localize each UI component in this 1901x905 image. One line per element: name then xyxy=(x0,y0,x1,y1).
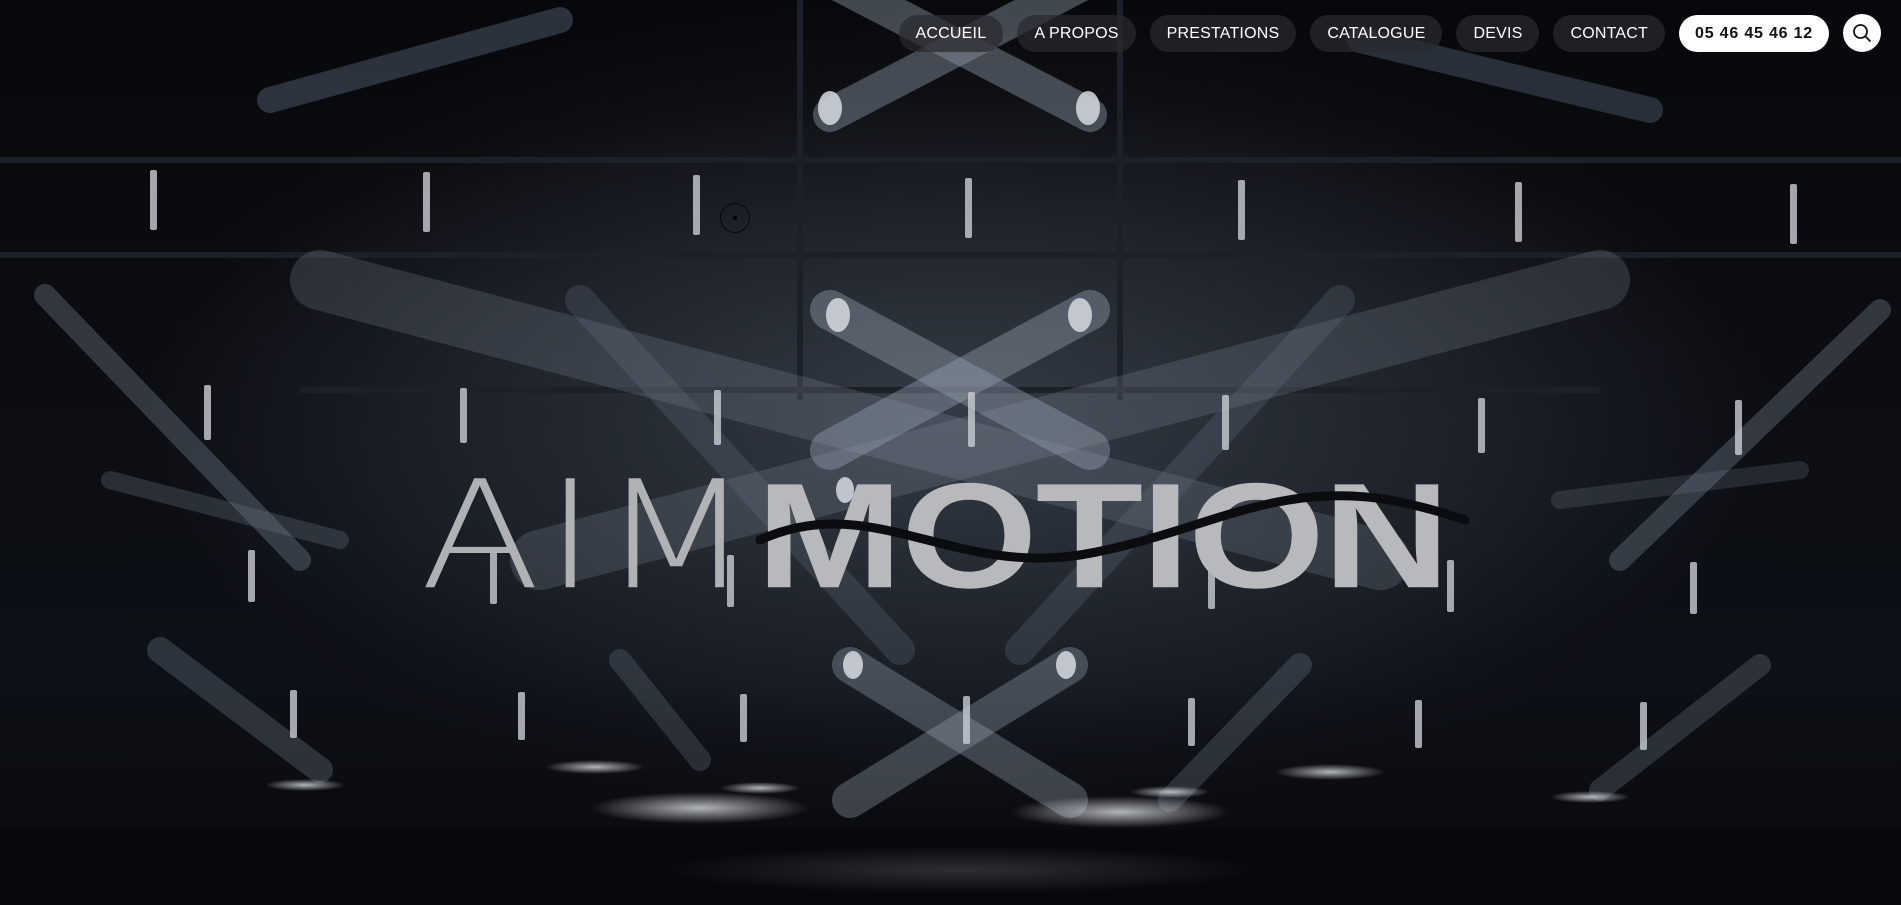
aimmotion-logo: AIM MOTION xyxy=(420,440,1470,623)
nav-prestations[interactable]: PRESTATIONS xyxy=(1149,14,1297,52)
logo-wave-swoosh xyxy=(755,491,1470,563)
nav-a-propos[interactable]: A PROPOS xyxy=(1017,14,1136,52)
search-button[interactable] xyxy=(1843,14,1881,52)
logo-light-text: AIM xyxy=(420,448,757,623)
cursor-dot xyxy=(733,216,737,220)
hero-section: AIM MOTION ACCUEIL A PROPOS PRESTATIONS … xyxy=(0,0,1901,905)
nav-catalogue[interactable]: CATALOGUE xyxy=(1310,14,1443,52)
cursor-indicator xyxy=(720,203,750,233)
nav-devis[interactable]: DEVIS xyxy=(1456,14,1540,52)
nav-contact[interactable]: CONTACT xyxy=(1553,14,1666,52)
phone-button[interactable]: 05 46 45 46 12 xyxy=(1679,14,1829,52)
nav-accueil[interactable]: ACCUEIL xyxy=(898,14,1004,52)
search-icon xyxy=(1853,24,1871,42)
main-navigation: ACCUEIL A PROPOS PRESTATIONS CATALOGUE D… xyxy=(898,14,1881,52)
